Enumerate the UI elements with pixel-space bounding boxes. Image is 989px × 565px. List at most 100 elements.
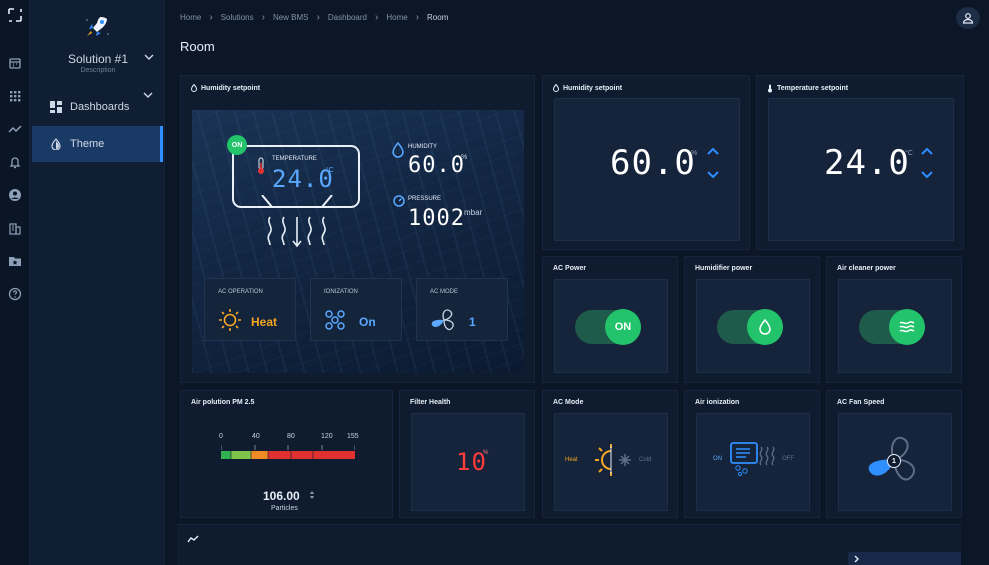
pressure-value: 1002 — [408, 206, 465, 231]
humidity-value: 60.0 — [408, 153, 465, 178]
ac-mode-panel: AC Mode Heat Cold — [542, 390, 678, 518]
scale-tick: 120 — [321, 433, 333, 440]
card-value: On — [359, 315, 376, 329]
breadcrumb-item[interactable]: Home — [386, 13, 407, 22]
scale-tick: 80 — [287, 433, 295, 440]
cold-label[interactable]: Cold — [639, 457, 651, 463]
user-circle-icon[interactable] — [8, 188, 22, 202]
thermometer-icon — [768, 84, 772, 93]
humidifier-power-toggle[interactable] — [717, 309, 783, 345]
sort-arrows-icon[interactable] — [309, 489, 315, 501]
fan-icon — [431, 309, 454, 331]
setpoint-unit: % — [691, 150, 698, 157]
increase-arrow-icon[interactable] — [920, 146, 934, 156]
pressure-unit: mbar — [464, 208, 483, 217]
heat-cold-icon[interactable] — [585, 442, 637, 478]
card-value: Heat — [251, 315, 278, 329]
temperature-setpoint-panel: Temperature setpoint 24.0 °C — [756, 75, 964, 250]
increase-arrow-icon[interactable] — [706, 146, 720, 156]
power-on-badge[interactable]: ON — [227, 135, 247, 155]
alarm-bell-icon[interactable] — [8, 155, 22, 169]
breadcrumb-item[interactable]: Home — [180, 13, 201, 22]
account-button[interactable] — [956, 7, 980, 29]
breadcrumb: Home › Solutions › New BMS › Dashboard › Hom… — [180, 12, 448, 23]
hero-visual: TEMPERATURE 24.0 °C ON HUMIDITY 60.0 % P… — [192, 110, 524, 373]
panel-title: Air polution PM 2.5 — [191, 399, 255, 406]
ionization-off-label[interactable]: OFF — [782, 456, 794, 462]
pressure-gauge-icon — [393, 195, 405, 207]
toggle-knob: ON — [605, 309, 641, 345]
apps-grid-icon[interactable] — [8, 89, 22, 103]
setpoint-display: 60.0 % — [554, 98, 740, 241]
sidebar-item-theme[interactable]: Theme — [32, 126, 163, 162]
chevron-down-icon[interactable] — [143, 91, 153, 99]
card-value: 1 — [469, 315, 476, 329]
trend-panel — [177, 524, 961, 565]
decrease-arrow-icon[interactable] — [706, 170, 720, 180]
water-drop-icon — [759, 319, 771, 335]
air-cleaner-power-toggle[interactable] — [859, 309, 925, 345]
calendar-icon[interactable] — [8, 56, 22, 70]
setpoint-display: 24.0 °C — [768, 98, 954, 241]
air-waves-icon — [899, 321, 915, 333]
card-label: AC MODE — [430, 289, 459, 295]
expand-button[interactable] — [848, 552, 961, 565]
chevron-right-icon: › — [375, 12, 379, 23]
pm25-value: 106.00 — [263, 489, 300, 503]
panel-title: Humidity setpoint — [553, 84, 622, 92]
setpoint-value: 60.0 — [610, 143, 696, 183]
ac-mode-card[interactable]: AC MODE 1 — [416, 278, 508, 341]
sidebar-item-dashboards[interactable]: Dashboards — [32, 89, 163, 125]
breadcrumb-item[interactable]: Solutions — [221, 13, 254, 22]
breadcrumb-item[interactable]: New BMS — [273, 13, 309, 22]
panel-title: Humidity setpoint — [191, 84, 260, 92]
pm25-panel: Air polution PM 2.5 0 40 80 120 155 106.… — [180, 390, 393, 518]
humidity-unit: % — [461, 154, 468, 161]
sidebar: Solution #1 Description Dashboards Theme — [30, 0, 165, 565]
sidebar-item-label: Dashboards — [70, 101, 130, 113]
ionization-on-label[interactable]: ON — [713, 456, 722, 462]
logo-icon[interactable] — [8, 8, 22, 22]
humidity-label: HUMIDITY — [408, 144, 437, 150]
ac-airflow-icon — [261, 195, 333, 248]
folder-star-icon[interactable] — [8, 254, 22, 268]
air-ionizer-icon[interactable] — [729, 441, 777, 477]
temperature-label: TEMPERATURE — [272, 156, 317, 162]
scale-tick: 155 — [347, 433, 359, 440]
chevron-right-icon — [854, 555, 859, 563]
heat-label[interactable]: Heat — [565, 457, 578, 463]
pressure-label: PRESSURE — [408, 196, 442, 202]
sidebar-item-label: Theme — [70, 138, 105, 150]
ionization-icon — [325, 310, 345, 330]
panel-title: AC Fan Speed — [837, 399, 885, 406]
solution-description: Description — [80, 67, 116, 74]
card-label: IONIZATION — [324, 289, 358, 295]
chevron-down-icon[interactable] — [144, 53, 154, 61]
theme-drop-icon — [51, 138, 61, 150]
analytics-icon[interactable] — [8, 122, 22, 136]
filter-health-unit: % — [483, 450, 489, 456]
panel-title: Air ionization — [695, 399, 740, 406]
fan-speed-value: 1 — [887, 454, 901, 468]
decrease-arrow-icon[interactable] — [920, 170, 934, 180]
chevron-right-icon: › — [261, 12, 265, 23]
building-icon[interactable] — [8, 221, 22, 235]
setpoint-value: 24.0 — [824, 143, 910, 183]
pm25-gauge-bar — [221, 445, 355, 459]
humidity-setpoint-panel: Humidity setpoint 60.0 % — [542, 75, 750, 250]
setpoint-unit: °C — [905, 150, 913, 157]
air-ionization-panel: Air ionization ON OFF — [684, 390, 820, 518]
air-cleaner-power-panel: Air cleaner power — [826, 256, 962, 383]
help-circle-icon[interactable] — [8, 287, 22, 301]
dashboard-icon — [50, 101, 62, 113]
icon-rail — [0, 0, 30, 565]
drop-icon — [191, 84, 197, 92]
panel-title: AC Power — [553, 265, 587, 272]
ac-operation-card[interactable]: AC OPERATION Heat — [204, 278, 296, 341]
ac-power-toggle[interactable]: ON — [575, 309, 641, 345]
solution-name[interactable]: Solution #1 — [50, 52, 146, 66]
breadcrumb-item[interactable]: Dashboard — [328, 13, 367, 22]
ionization-card[interactable]: IONIZATION On — [310, 278, 402, 341]
chevron-right-icon: › — [209, 12, 213, 23]
thermometer-icon — [258, 157, 264, 174]
